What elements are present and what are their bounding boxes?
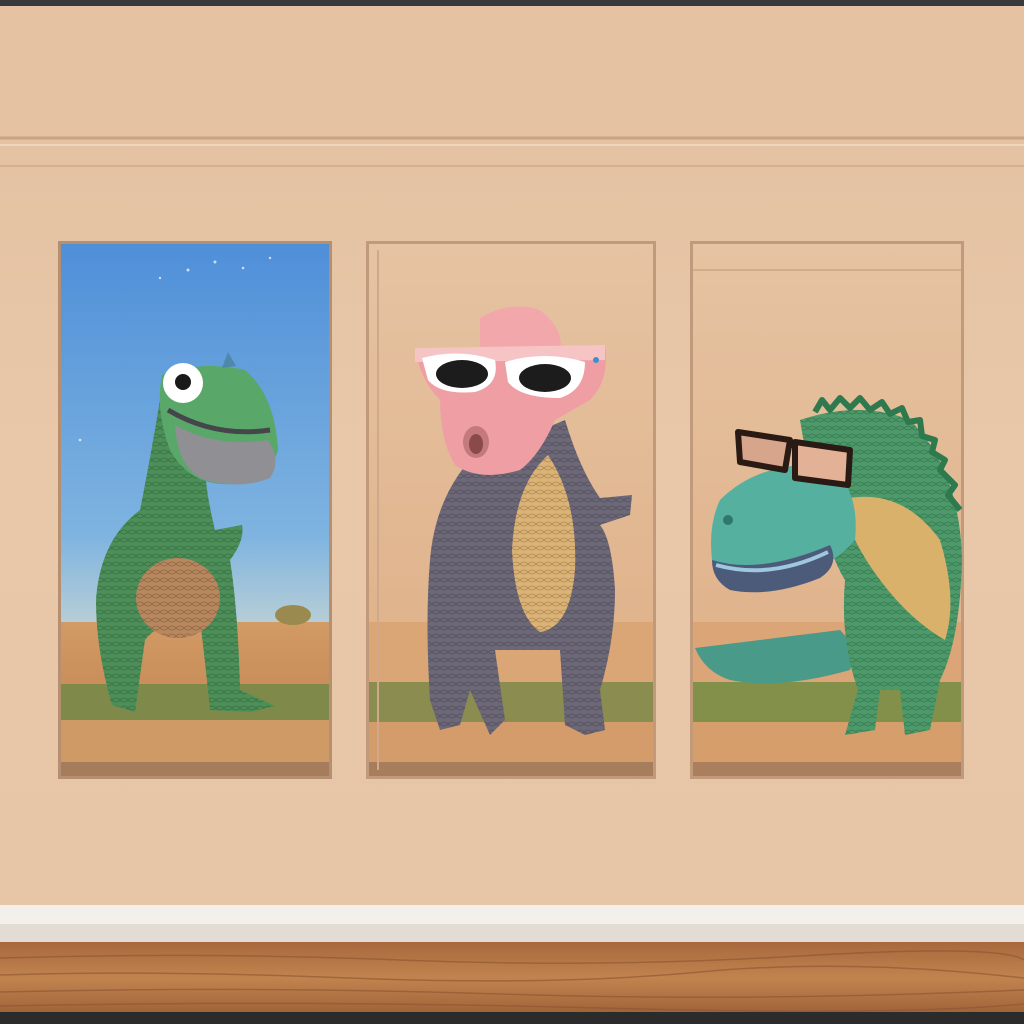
painting-2 <box>366 241 656 779</box>
painting-1 <box>58 241 332 779</box>
top-edge <box>0 0 1024 6</box>
upper-panel <box>0 6 1024 138</box>
painting-3 <box>690 241 964 779</box>
gallery-scene <box>0 0 1024 1024</box>
baseboard <box>0 905 1024 927</box>
